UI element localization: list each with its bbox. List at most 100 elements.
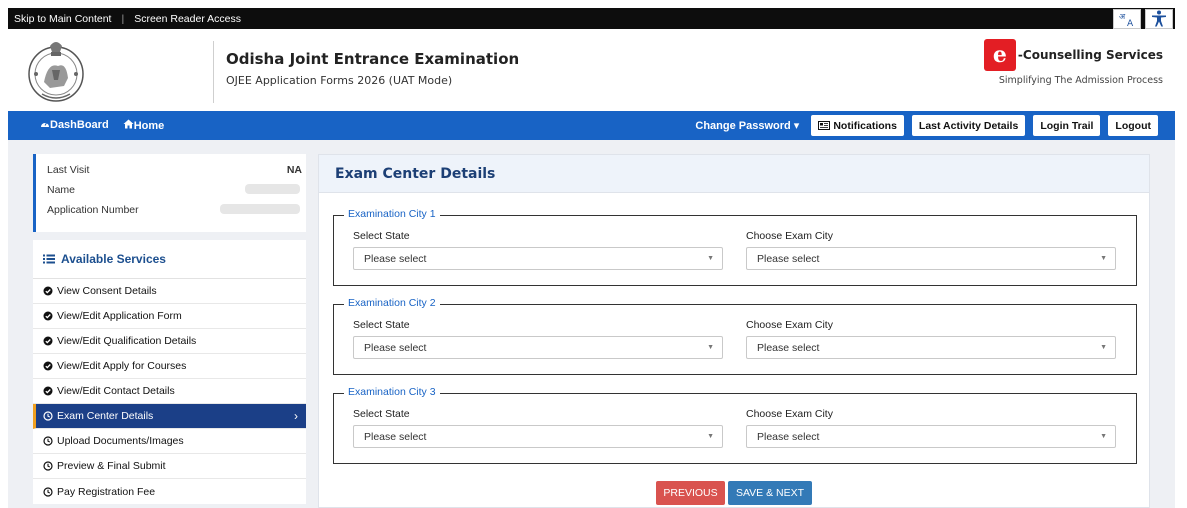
profile-card: Last Visit NA Name Application Number — [33, 154, 306, 232]
svg-text:A: A — [1127, 19, 1134, 27]
service-item-label: View Consent Details — [57, 285, 157, 297]
chevron-right-icon: › — [294, 409, 298, 423]
nav-home[interactable]: Home — [123, 119, 165, 132]
city-1-state-select[interactable]: Please select ▼ — [353, 247, 723, 270]
service-item-label: View/Edit Contact Details — [57, 385, 175, 397]
state-label: Select State — [353, 230, 410, 242]
name-redacted — [245, 184, 300, 194]
exam-center-panel: Exam Center Details Examination City 1 S… — [318, 154, 1150, 508]
previous-button[interactable]: PREVIOUS — [656, 481, 725, 505]
notifications-button[interactable]: Notifications — [811, 115, 904, 136]
caret-down-icon: ▼ — [1100, 344, 1107, 351]
check-circle-icon — [43, 311, 53, 321]
caret-down-icon: ▼ — [1100, 255, 1107, 262]
service-item-label: Exam Center Details — [57, 410, 154, 422]
service-item-apply-courses[interactable]: View/Edit Apply for Courses — [33, 354, 306, 379]
services-heading: Available Services — [33, 240, 306, 279]
newspaper-icon — [818, 121, 831, 130]
save-next-button[interactable]: SAVE & NEXT — [728, 481, 812, 505]
site-header: Odisha Joint Entrance Examination OJEE A… — [8, 29, 1175, 111]
service-item-contact[interactable]: View/Edit Contact Details — [33, 379, 306, 404]
select-value: Please select — [757, 430, 820, 443]
service-item-pay-fee[interactable]: Pay Registration Fee — [33, 479, 306, 504]
accessibility-icon[interactable] — [1145, 8, 1173, 29]
application-number-redacted — [220, 204, 300, 214]
last-visit-value: NA — [286, 164, 302, 176]
check-circle-icon — [43, 336, 53, 346]
ecounselling-logo: e — [983, 39, 1016, 71]
service-item-label: Upload Documents/Images — [57, 435, 184, 447]
list-icon — [43, 254, 55, 264]
accessibility-tools: अA — [1113, 8, 1173, 29]
change-password-label: Change Password — [695, 120, 791, 132]
login-trail-button[interactable]: Login Trail — [1033, 115, 1101, 136]
clock-icon — [43, 461, 53, 471]
service-item-label: View/Edit Application Form — [57, 310, 182, 322]
select-value: Please select — [364, 252, 427, 265]
city-1-city-select[interactable]: Please select ▼ — [746, 247, 1116, 270]
last-activity-button[interactable]: Last Activity Details — [911, 115, 1026, 136]
city-3-state-select[interactable]: Please select ▼ — [353, 425, 723, 448]
services-heading-label: Available Services — [61, 252, 166, 266]
ecounselling-tagline: Simplifying The Admission Process — [998, 75, 1163, 86]
state-label: Select State — [353, 408, 410, 420]
ecounselling-brand: e -Counselling Services Simplifying The … — [983, 39, 1163, 86]
ecounselling-name: -Counselling Services — [1017, 48, 1163, 62]
clock-icon — [43, 436, 53, 446]
page-title: Odisha Joint Entrance Examination — [226, 50, 520, 68]
exam-city-3-group: Examination City 3 Select State Choose E… — [333, 386, 1137, 464]
clock-icon — [43, 486, 53, 497]
service-item-qualification[interactable]: View/Edit Qualification Details — [33, 329, 306, 354]
screen-reader-link[interactable]: Screen Reader Access — [134, 13, 241, 25]
change-password-dropdown[interactable]: Change Password ▾ — [695, 119, 799, 132]
check-circle-icon — [43, 386, 53, 396]
service-item-exam-center[interactable]: Exam Center Details › — [33, 404, 306, 429]
caret-down-icon: ▾ — [793, 120, 800, 132]
service-item-view-consent[interactable]: View Consent Details — [33, 279, 306, 304]
main-nav: DashBoard Home Change Password ▾ Notific… — [8, 111, 1175, 140]
state-label: Select State — [353, 319, 410, 331]
state-emblem-logo — [24, 38, 88, 104]
city-label: Choose Exam City — [746, 408, 833, 420]
topbar-separator: | — [121, 12, 125, 25]
name-label: Name — [47, 184, 76, 196]
caret-down-icon: ▼ — [1100, 433, 1107, 440]
service-item-application-form[interactable]: View/Edit Application Form — [33, 304, 306, 329]
select-value: Please select — [757, 252, 820, 265]
service-item-label: Pay Registration Fee — [57, 485, 156, 498]
form-actions: PREVIOUS SAVE & NEXT — [656, 481, 812, 505]
skip-to-main-link[interactable]: Skip to Main Content — [8, 13, 111, 25]
city-3-city-select[interactable]: Please select ▼ — [746, 425, 1116, 448]
available-services-panel: Available Services View Consent Details … — [33, 240, 306, 504]
service-item-preview-submit[interactable]: Preview & Final Submit — [33, 454, 306, 479]
page-subtitle: OJEE Application Forms 2026 (UAT Mode) — [226, 74, 453, 87]
nav-dashboard[interactable]: DashBoard — [40, 119, 109, 132]
select-value: Please select — [757, 341, 820, 354]
city-label: Choose Exam City — [746, 319, 833, 331]
city-2-state-select[interactable]: Please select ▼ — [353, 336, 723, 359]
service-item-upload-documents[interactable]: Upload Documents/Images — [33, 429, 306, 454]
application-number-label: Application Number — [47, 204, 139, 216]
language-icon[interactable]: अA — [1113, 8, 1141, 29]
caret-down-icon: ▼ — [707, 344, 714, 351]
city-2-city-select[interactable]: Please select ▼ — [746, 336, 1116, 359]
exam-city-2-legend: Examination City 2 — [344, 297, 440, 309]
nav-home-label: Home — [133, 120, 165, 132]
select-value: Please select — [364, 341, 427, 354]
header-divider — [213, 41, 214, 103]
caret-down-icon: ▼ — [707, 255, 714, 262]
exam-city-3-legend: Examination City 3 — [344, 386, 440, 398]
nav-dashboard-label: DashBoard — [50, 119, 109, 131]
home-icon — [123, 119, 134, 129]
dashboard-icon — [41, 121, 49, 127]
accessibility-bar: Skip to Main Content | Screen Reader Acc… — [8, 8, 1175, 29]
service-item-label: View/Edit Qualification Details — [57, 335, 197, 347]
exam-city-1-group: Examination City 1 Select State Choose E… — [333, 208, 1137, 286]
exam-city-1-legend: Examination City 1 — [344, 208, 440, 220]
exam-city-2-group: Examination City 2 Select State Choose E… — [333, 297, 1137, 375]
logout-button[interactable]: Logout — [1108, 115, 1158, 136]
select-value: Please select — [364, 430, 427, 443]
notifications-label: Notifications — [833, 119, 897, 132]
service-item-label: Preview & Final Submit — [57, 460, 166, 472]
caret-down-icon: ▼ — [707, 433, 714, 440]
